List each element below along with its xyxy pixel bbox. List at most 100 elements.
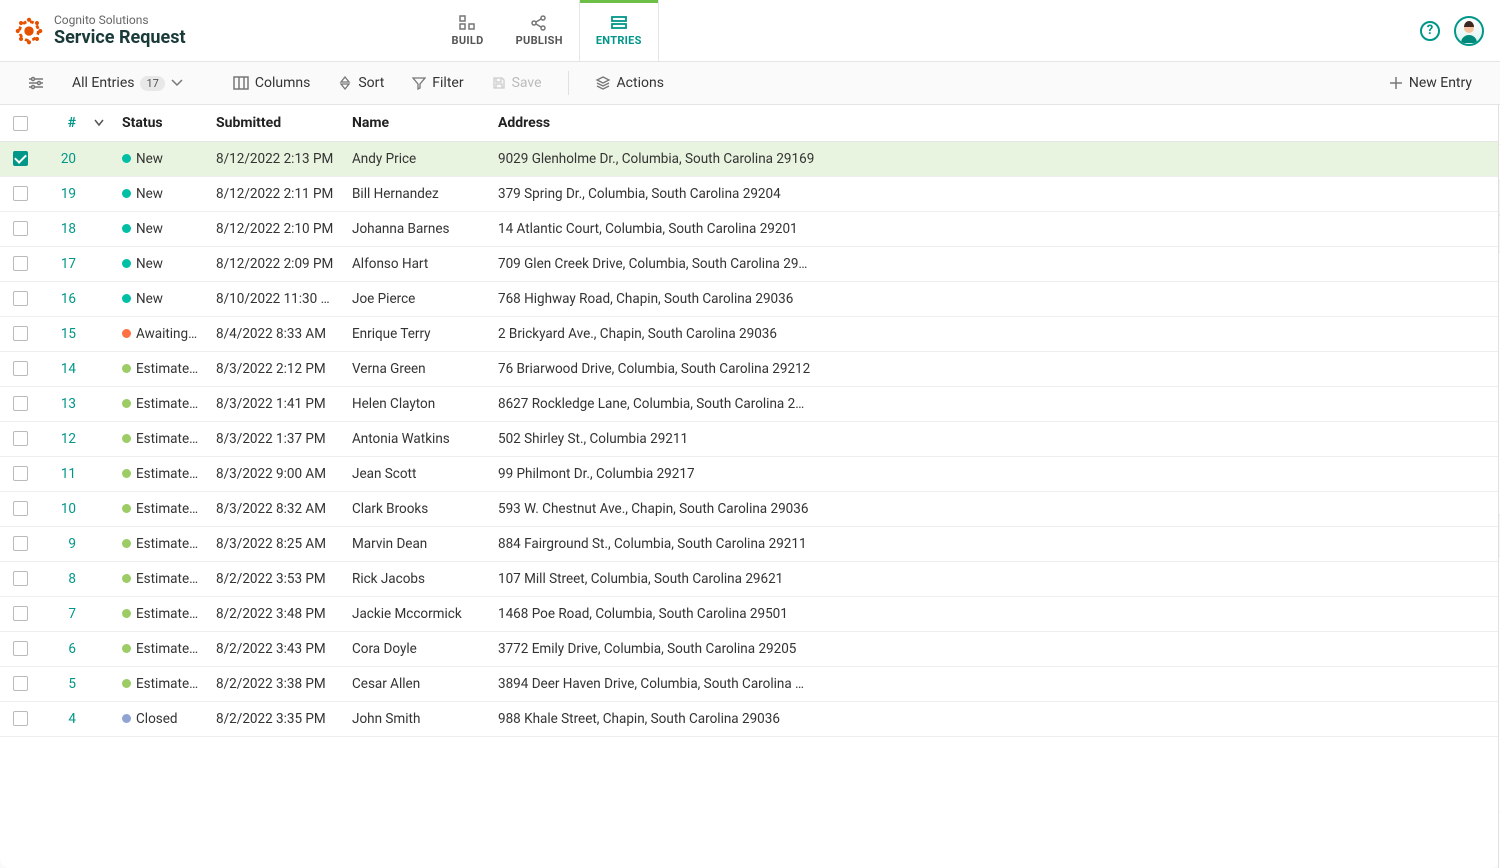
table-row[interactable]: 5Estimate …8/2/2022 3:38 PMCesar Allen38… xyxy=(0,666,1498,701)
table-row[interactable]: 18New8/12/2022 2:10 PMJohanna Barnes14 A… xyxy=(0,211,1498,246)
table-row[interactable]: 7Estimate …8/2/2022 3:48 PMJackie Mccorm… xyxy=(0,596,1498,631)
row-number[interactable]: 8 xyxy=(40,561,86,596)
row-address: 3772 Emily Drive, Columbia, South Caroli… xyxy=(490,631,1498,666)
row-checkbox[interactable] xyxy=(13,291,28,306)
table-row[interactable]: 12Estimate …8/3/2022 1:37 PMAntonia Watk… xyxy=(0,421,1498,456)
row-number[interactable]: 17 xyxy=(40,246,86,281)
table-row[interactable]: 9Estimate …8/3/2022 8:25 AMMarvin Dean88… xyxy=(0,526,1498,561)
table-row[interactable]: 19New8/12/2022 2:11 PMBill Hernandez379 … xyxy=(0,176,1498,211)
row-number[interactable]: 10 xyxy=(40,491,86,526)
table-row[interactable]: 11Estimate …8/3/2022 9:00 AMJean Scott99… xyxy=(0,456,1498,491)
row-number[interactable]: 9 xyxy=(40,526,86,561)
row-number[interactable]: 15 xyxy=(40,316,86,351)
row-number[interactable]: 20 xyxy=(40,141,86,176)
col-header-number[interactable]: # xyxy=(40,105,86,141)
row-address: 502 Shirley St., Columbia 29211 xyxy=(490,421,1498,456)
row-name: Andy Price xyxy=(344,141,490,176)
col-header-submitted[interactable]: Submitted xyxy=(208,105,344,141)
row-submitted: 8/3/2022 1:37 PM xyxy=(208,421,344,456)
row-checkbox[interactable] xyxy=(13,396,28,411)
col-header-name[interactable]: Name xyxy=(344,105,490,141)
row-number[interactable]: 14 xyxy=(40,351,86,386)
row-number[interactable]: 12 xyxy=(40,421,86,456)
row-submitted: 8/12/2022 2:09 PM xyxy=(208,246,344,281)
row-checkbox[interactable] xyxy=(13,641,28,656)
row-name: Cesar Allen xyxy=(344,666,490,701)
row-checkbox[interactable] xyxy=(13,711,28,726)
row-checkbox[interactable] xyxy=(13,256,28,271)
table-row[interactable]: 15Awaiting …8/4/2022 8:33 AMEnrique Terr… xyxy=(0,316,1498,351)
row-name: Bill Hernandez xyxy=(344,176,490,211)
row-submitted: 8/12/2022 2:13 PM xyxy=(208,141,344,176)
row-submitted: 8/3/2022 8:25 AM xyxy=(208,526,344,561)
row-name: Jackie Mccormick xyxy=(344,596,490,631)
row-checkbox[interactable] xyxy=(13,466,28,481)
sliders-icon xyxy=(28,76,44,90)
row-address: 1468 Poe Road, Columbia, South Carolina … xyxy=(490,596,1498,631)
table-row[interactable]: 8Estimate …8/2/2022 3:53 PMRick Jacobs10… xyxy=(0,561,1498,596)
row-name: Jean Scott xyxy=(344,456,490,491)
new-entry-button[interactable]: New Entry xyxy=(1379,71,1482,95)
row-name: Alfonso Hart xyxy=(344,246,490,281)
row-address: 593 W. Chestnut Ave., Chapin, South Caro… xyxy=(490,491,1498,526)
row-number[interactable]: 4 xyxy=(40,701,86,736)
row-number[interactable]: 6 xyxy=(40,631,86,666)
row-number[interactable]: 5 xyxy=(40,666,86,701)
row-checkbox[interactable] xyxy=(13,431,28,446)
row-checkbox[interactable] xyxy=(13,571,28,586)
row-submitted: 8/2/2022 3:38 PM xyxy=(208,666,344,701)
row-submitted: 8/12/2022 2:11 PM xyxy=(208,176,344,211)
table-row[interactable]: 13Estimate …8/3/2022 1:41 PMHelen Clayto… xyxy=(0,386,1498,421)
row-name: Cora Doyle xyxy=(344,631,490,666)
row-checkbox[interactable] xyxy=(13,186,28,201)
row-checkbox[interactable] xyxy=(13,361,28,376)
col-header-sort[interactable] xyxy=(86,105,114,141)
view-all-entries[interactable]: All Entries 17 xyxy=(62,71,193,95)
table-row[interactable]: 4Closed8/2/2022 3:35 PMJohn Smith988 Kha… xyxy=(0,701,1498,736)
row-checkbox[interactable] xyxy=(13,326,28,341)
row-submitted: 8/10/2022 11:30 AM xyxy=(208,281,344,316)
entries-table: # Status Submitted Name Address 20New8/1… xyxy=(0,105,1498,868)
table-row[interactable]: 17New8/12/2022 2:09 PMAlfonso Hart709 Gl… xyxy=(0,246,1498,281)
row-name: Verna Green xyxy=(344,351,490,386)
filter-button[interactable]: Filter xyxy=(402,71,473,95)
row-number[interactable]: 16 xyxy=(40,281,86,316)
row-address: 8627 Rockledge Lane, Columbia, South Car… xyxy=(490,386,1498,421)
brand-org: Cognito Solutions xyxy=(54,13,186,27)
table-row[interactable]: 20New8/12/2022 2:13 PMAndy Price9029 Gle… xyxy=(0,141,1498,176)
row-number[interactable]: 19 xyxy=(40,176,86,211)
row-status: Closed xyxy=(114,701,208,736)
col-header-address[interactable]: Address xyxy=(490,105,1498,141)
tab-build[interactable]: BUILD xyxy=(436,0,500,61)
row-submitted: 8/3/2022 8:32 AM xyxy=(208,491,344,526)
row-name: Marvin Dean xyxy=(344,526,490,561)
sort-button[interactable]: Sort xyxy=(328,71,394,95)
tab-entries[interactable]: ENTRIES xyxy=(579,0,659,61)
table-row[interactable]: 10Estimate …8/3/2022 8:32 AMClark Brooks… xyxy=(0,491,1498,526)
row-checkbox[interactable] xyxy=(13,536,28,551)
row-address: 768 Highway Road, Chapin, South Carolina… xyxy=(490,281,1498,316)
user-avatar[interactable] xyxy=(1454,16,1484,46)
row-checkbox[interactable] xyxy=(13,151,28,166)
row-number[interactable]: 7 xyxy=(40,596,86,631)
tab-publish[interactable]: PUBLISH xyxy=(500,0,579,61)
row-status: New xyxy=(114,246,208,281)
columns-button[interactable]: Columns xyxy=(223,71,320,95)
row-status: Estimate … xyxy=(114,386,208,421)
select-all-checkbox[interactable] xyxy=(13,116,28,131)
table-row[interactable]: 14Estimate …8/3/2022 2:12 PMVerna Green7… xyxy=(0,351,1498,386)
row-checkbox[interactable] xyxy=(13,606,28,621)
table-row[interactable]: 6Estimate …8/2/2022 3:43 PMCora Doyle377… xyxy=(0,631,1498,666)
actions-button[interactable]: Actions xyxy=(585,71,674,95)
row-number[interactable]: 13 xyxy=(40,386,86,421)
table-row[interactable]: 16New8/10/2022 11:30 AMJoe Pierce768 Hig… xyxy=(0,281,1498,316)
row-checkbox[interactable] xyxy=(13,676,28,691)
list-icon xyxy=(610,15,628,31)
row-number[interactable]: 18 xyxy=(40,211,86,246)
toolbar-settings[interactable] xyxy=(18,72,54,94)
row-checkbox[interactable] xyxy=(13,221,28,236)
col-header-status[interactable]: Status xyxy=(114,105,208,141)
row-number[interactable]: 11 xyxy=(40,456,86,491)
help-icon[interactable]: ? xyxy=(1420,21,1440,41)
row-checkbox[interactable] xyxy=(13,501,28,516)
